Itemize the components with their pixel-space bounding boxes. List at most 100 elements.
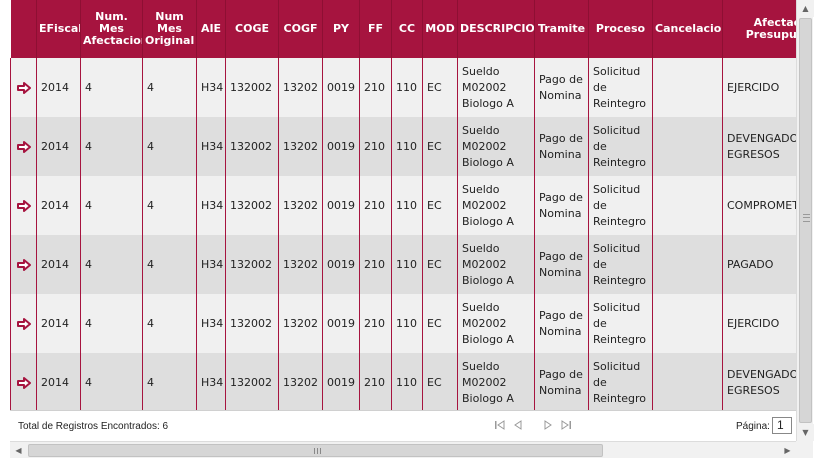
cell-afectacion: COMPROMETIDO xyxy=(722,176,796,235)
table-row[interactable]: 2014 4 4 H34 132002 13202 0019 210 110 E… xyxy=(10,117,796,176)
cell-coge: 132002 xyxy=(225,294,279,353)
col-header-cc[interactable]: CC xyxy=(391,0,423,58)
scroll-down-icon[interactable]: ▼ xyxy=(797,424,814,441)
cell-ff: 210 xyxy=(359,117,392,176)
prev-page-icon[interactable] xyxy=(512,419,524,431)
cell-efiscal: 2014 xyxy=(36,235,81,294)
scroll-left-icon[interactable]: ◀ xyxy=(10,442,27,459)
cell-mes-original: 4 xyxy=(142,294,197,353)
col-header-tramite[interactable]: Tramite xyxy=(534,0,589,58)
row-action-cell[interactable] xyxy=(10,353,37,410)
cell-tramite: Pago de Nomina xyxy=(534,294,589,353)
col-header-proceso[interactable]: Proceso xyxy=(588,0,653,58)
cell-ff: 210 xyxy=(359,235,392,294)
cell-ff: 210 xyxy=(359,58,392,117)
table-row[interactable]: 2014 4 4 H34 132002 13202 0019 210 110 E… xyxy=(10,235,796,294)
table-row[interactable]: 2014 4 4 H34 132002 13202 0019 210 110 E… xyxy=(10,58,796,117)
cell-cc: 110 xyxy=(391,294,423,353)
horizontal-scrollbar[interactable]: ◀ ▶ xyxy=(10,441,796,458)
col-header-mod[interactable]: MOD xyxy=(422,0,458,58)
vertical-scroll-thumb[interactable] xyxy=(799,18,812,423)
cell-afectacion: DEVENGADO EGRESOS xyxy=(722,353,796,410)
cell-cc: 110 xyxy=(391,353,423,410)
cell-cancelacion xyxy=(652,353,723,410)
cell-mes-original: 4 xyxy=(142,353,197,410)
col-header-cogf[interactable]: COGF xyxy=(278,0,323,58)
row-action-cell[interactable] xyxy=(10,117,37,176)
grid-header-row: EFiscal Num. Mes Afectacion Num Mes Orig… xyxy=(10,0,796,58)
cell-cogf: 13202 xyxy=(278,353,323,410)
cell-efiscal: 2014 xyxy=(36,117,81,176)
arrow-right-icon[interactable] xyxy=(16,199,31,212)
cell-efiscal: 2014 xyxy=(36,353,81,410)
table-row[interactable]: 2014 4 4 H34 132002 13202 0019 210 110 E… xyxy=(10,176,796,235)
cell-descripcion: Sueldo M02002 Biologo A xyxy=(457,176,535,235)
cell-tramite: Pago de Nomina xyxy=(534,58,589,117)
results-grid-viewport: EFiscal Num. Mes Afectacion Num Mes Orig… xyxy=(10,0,796,410)
cell-aie: H34 xyxy=(196,235,226,294)
horizontal-scroll-thumb[interactable] xyxy=(28,444,603,457)
first-page-icon[interactable] xyxy=(494,419,506,431)
col-header-descripcion[interactable]: DESCRIPCION xyxy=(457,0,535,58)
cell-aie: H34 xyxy=(196,353,226,410)
arrow-right-icon[interactable] xyxy=(16,317,31,330)
arrow-right-icon[interactable] xyxy=(16,376,31,389)
cell-ff: 210 xyxy=(359,294,392,353)
next-page-icon[interactable] xyxy=(542,419,554,431)
cell-efiscal: 2014 xyxy=(36,58,81,117)
cell-efiscal: 2014 xyxy=(36,176,81,235)
scroll-up-icon[interactable]: ▲ xyxy=(797,0,814,17)
cell-mes-original: 4 xyxy=(142,117,197,176)
col-header-aie[interactable]: AIE xyxy=(196,0,226,58)
col-header-efiscal[interactable]: EFiscal xyxy=(36,0,81,58)
cell-tramite: Pago de Nomina xyxy=(534,235,589,294)
col-header-coge[interactable]: COGE xyxy=(225,0,279,58)
col-header-ff[interactable]: FF xyxy=(359,0,392,58)
arrow-right-icon[interactable] xyxy=(16,140,31,153)
cell-mes-afectacion: 4 xyxy=(80,176,143,235)
cell-descripcion: Sueldo M02002 Biologo A xyxy=(457,235,535,294)
cell-cogf: 13202 xyxy=(278,235,323,294)
cell-cogf: 13202 xyxy=(278,117,323,176)
cell-proceso: Solicitud de Reintegro xyxy=(588,58,653,117)
scroll-grip-icon xyxy=(803,214,810,222)
col-header-py[interactable]: PY xyxy=(322,0,360,58)
cell-py: 0019 xyxy=(322,117,360,176)
table-row[interactable]: 2014 4 4 H34 132002 13202 0019 210 110 E… xyxy=(10,294,796,353)
vertical-scrollbar[interactable]: ▲ ▼ xyxy=(796,0,814,441)
cell-py: 0019 xyxy=(322,235,360,294)
cell-proceso: Solicitud de Reintegro xyxy=(588,353,653,410)
cell-mes-original: 4 xyxy=(142,58,197,117)
table-row[interactable]: 2014 4 4 H34 132002 13202 0019 210 110 E… xyxy=(10,353,796,410)
col-header-cancelacion[interactable]: Cancelacion xyxy=(652,0,723,58)
cell-ff: 210 xyxy=(359,176,392,235)
cell-mes-afectacion: 4 xyxy=(80,294,143,353)
row-action-cell[interactable] xyxy=(10,235,37,294)
cell-tramite: Pago de Nomina xyxy=(534,353,589,410)
row-action-cell[interactable] xyxy=(10,176,37,235)
last-page-icon[interactable] xyxy=(560,419,572,431)
scrollbar-corner xyxy=(796,441,813,458)
row-action-cell[interactable] xyxy=(10,294,37,353)
cell-afectacion: PAGADO xyxy=(722,235,796,294)
col-header-afectacion-presupuestal[interactable]: Afectacion Presupuestal xyxy=(722,0,796,58)
cell-afectacion: DEVENGADO EGRESOS xyxy=(722,117,796,176)
cell-tramite: Pago de Nomina xyxy=(534,117,589,176)
col-header-num-mes-original[interactable]: Num Mes Original xyxy=(142,0,197,58)
cell-proceso: Solicitud de Reintegro xyxy=(588,176,653,235)
cell-mes-original: 4 xyxy=(142,235,197,294)
cell-mod: EC xyxy=(422,176,458,235)
col-header-num-mes-afectacion[interactable]: Num. Mes Afectacion xyxy=(80,0,143,58)
scroll-right-icon[interactable]: ▶ xyxy=(779,442,796,459)
cell-proceso: Solicitud de Reintegro xyxy=(588,235,653,294)
arrow-right-icon[interactable] xyxy=(16,81,31,94)
cell-tramite: Pago de Nomina xyxy=(534,176,589,235)
cell-py: 0019 xyxy=(322,176,360,235)
arrow-right-icon[interactable] xyxy=(16,258,31,271)
cell-cancelacion xyxy=(652,235,723,294)
results-grid: EFiscal Num. Mes Afectacion Num Mes Orig… xyxy=(10,0,796,410)
cell-cancelacion xyxy=(652,294,723,353)
cell-mes-afectacion: 4 xyxy=(80,353,143,410)
row-action-cell[interactable] xyxy=(10,58,37,117)
page-number-input[interactable]: 1 xyxy=(772,417,792,434)
